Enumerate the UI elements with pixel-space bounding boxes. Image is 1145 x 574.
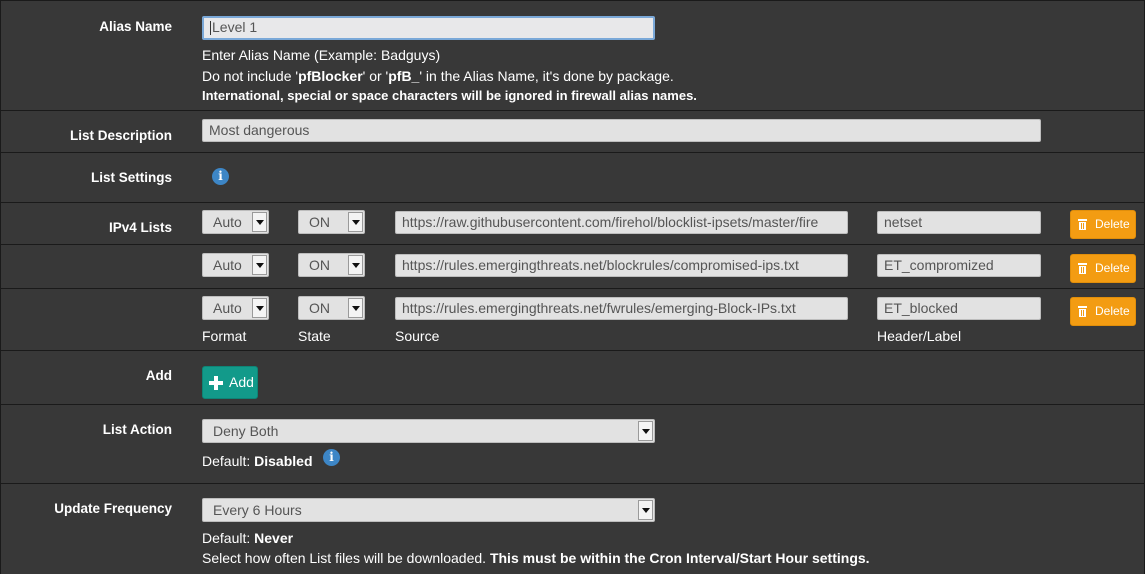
list-description-label: List Description bbox=[69, 128, 172, 143]
trash-icon bbox=[1078, 263, 1087, 274]
ipv4-lists-label: IPv4 Lists bbox=[108, 220, 172, 235]
alias-name-input[interactable]: Level 1 bbox=[202, 16, 655, 40]
format-select[interactable]: Auto bbox=[202, 253, 269, 277]
alias-name-row: Alias Name Level 1 Enter Alias Name (Exa… bbox=[0, 0, 1145, 110]
format-select[interactable]: Auto bbox=[202, 210, 269, 234]
chevron-down-icon bbox=[638, 500, 653, 520]
format-select[interactable]: Auto bbox=[202, 296, 269, 320]
source-input[interactable]: https://raw.githubusercontent.com/fireho… bbox=[395, 211, 848, 234]
text-caret bbox=[210, 21, 211, 36]
list-action-row: List Action Deny Both Default: Disabled … bbox=[0, 404, 1145, 483]
header-label-input[interactable]: ET_compromized bbox=[877, 254, 1041, 277]
ipv4-list-row-3: Auto ON https://rules.emergingthreats.ne… bbox=[0, 288, 1145, 350]
pfblocker-alias-form: Alias Name Level 1 Enter Alias Name (Exa… bbox=[0, 0, 1145, 574]
plus-icon bbox=[209, 376, 223, 390]
ipv4-list-row-1: IPv4 Lists Auto ON https://raw.githubuse… bbox=[0, 202, 1145, 244]
state-select[interactable]: ON bbox=[298, 253, 365, 277]
update-frequency-help: Select how often List files will be down… bbox=[202, 550, 870, 566]
header-label-input[interactable]: netset bbox=[877, 211, 1041, 234]
add-label: Add bbox=[145, 368, 172, 383]
list-description-input[interactable]: Most dangerous bbox=[202, 119, 1041, 142]
trash-icon bbox=[1078, 306, 1087, 317]
alias-name-help-2: Do not include 'pfBlocker' or 'pfB_' in … bbox=[202, 68, 674, 84]
column-header-state: State bbox=[298, 328, 331, 344]
delete-button[interactable]: Delete bbox=[1070, 210, 1136, 239]
delete-button[interactable]: Delete bbox=[1070, 297, 1136, 326]
chevron-down-icon bbox=[348, 298, 363, 318]
list-settings-row: List Settings i bbox=[0, 152, 1145, 202]
info-icon[interactable]: i bbox=[212, 168, 229, 185]
delete-button[interactable]: Delete bbox=[1070, 254, 1136, 283]
chevron-down-icon bbox=[252, 212, 267, 232]
source-input[interactable]: https://rules.emergingthreats.net/fwrule… bbox=[395, 297, 848, 320]
list-description-row: List Description Most dangerous bbox=[0, 110, 1145, 152]
add-row: Add Add bbox=[0, 350, 1145, 404]
state-select[interactable]: ON bbox=[298, 296, 365, 320]
list-settings-label: List Settings bbox=[90, 170, 172, 185]
chevron-down-icon bbox=[252, 298, 267, 318]
add-button[interactable]: Add bbox=[202, 366, 258, 399]
update-frequency-select[interactable]: Every 6 Hours bbox=[202, 498, 655, 522]
column-header-source: Source bbox=[395, 328, 440, 344]
list-action-default: Default: Disabled bbox=[202, 453, 313, 469]
list-action-label: List Action bbox=[102, 422, 172, 437]
column-header-format: Format bbox=[202, 328, 247, 344]
ipv4-list-row-2: Auto ON https://rules.emergingthreats.ne… bbox=[0, 244, 1145, 288]
chevron-down-icon bbox=[348, 255, 363, 275]
info-icon[interactable]: i bbox=[323, 449, 340, 466]
chevron-down-icon bbox=[348, 212, 363, 232]
list-action-select[interactable]: Deny Both bbox=[202, 419, 655, 443]
alias-name-help-3: International, special or space characte… bbox=[202, 88, 697, 103]
alias-name-value: Level 1 bbox=[212, 19, 258, 35]
alias-name-help-1: Enter Alias Name (Example: Badguys) bbox=[202, 47, 441, 63]
update-frequency-label: Update Frequency bbox=[54, 501, 172, 516]
update-frequency-default: Default: Never bbox=[202, 530, 294, 546]
chevron-down-icon bbox=[638, 421, 653, 441]
source-input[interactable]: https://rules.emergingthreats.net/blockr… bbox=[395, 254, 848, 277]
alias-name-label: Alias Name bbox=[99, 19, 172, 34]
state-select[interactable]: ON bbox=[298, 210, 365, 234]
trash-icon bbox=[1078, 219, 1087, 230]
chevron-down-icon bbox=[252, 255, 267, 275]
column-header-header-label: Header/Label bbox=[877, 328, 962, 344]
update-frequency-row: Update Frequency Every 6 Hours Default: … bbox=[0, 483, 1145, 574]
header-label-input[interactable]: ET_blocked bbox=[877, 297, 1041, 320]
